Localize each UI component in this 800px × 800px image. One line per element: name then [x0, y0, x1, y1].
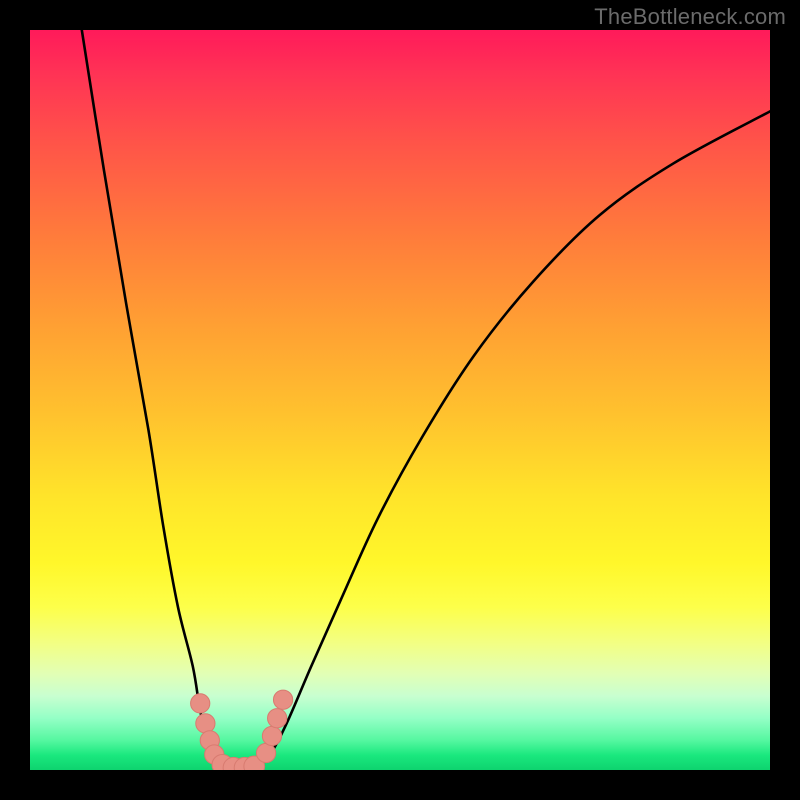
chart-svg: [30, 30, 770, 770]
plot-area: [30, 30, 770, 770]
marker-group: [191, 690, 293, 770]
chart-frame: TheBottleneck.com: [0, 0, 800, 800]
data-marker: [191, 694, 210, 713]
bottleneck-curve: [82, 30, 770, 769]
data-marker: [256, 743, 275, 762]
curve-group: [82, 30, 770, 769]
data-marker: [262, 726, 281, 745]
watermark-text: TheBottleneck.com: [594, 4, 786, 30]
data-marker: [268, 709, 287, 728]
data-marker: [273, 690, 292, 709]
data-marker: [196, 714, 215, 733]
